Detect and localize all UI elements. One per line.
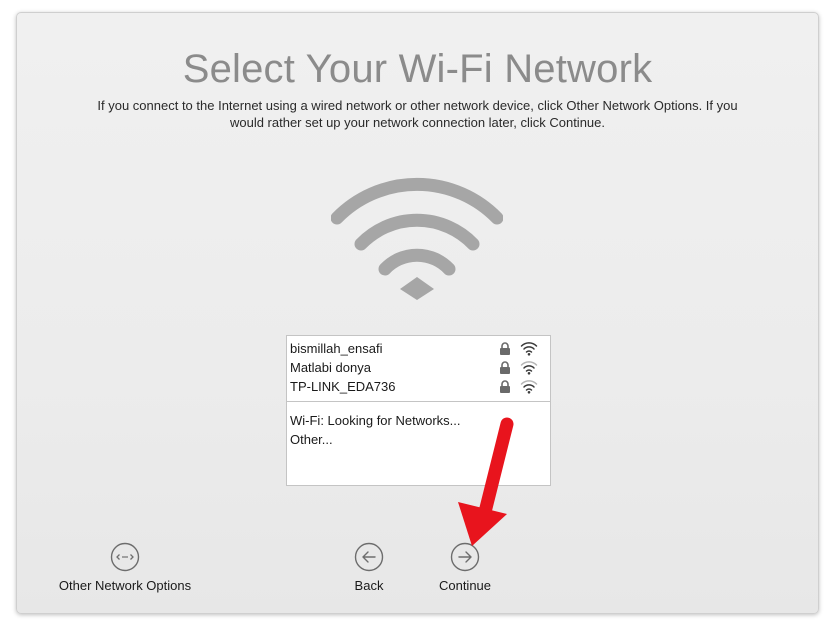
page-title: Select Your Wi-Fi Network — [182, 47, 653, 91]
wifi-signal-icon — [520, 361, 538, 375]
other-network-options-label: Other Network Options — [58, 578, 192, 593]
wifi-signal-icon — [520, 342, 538, 356]
network-item-tp-link[interactable]: TP-LINK_EDA736 — [287, 377, 550, 396]
network-list-box: bismillah_ensafi Matlabi donya TP-LINK_E… — [286, 335, 551, 486]
forward-arrow-icon — [450, 542, 480, 572]
network-name: TP-LINK_EDA736 — [290, 379, 396, 394]
network-status-area: Wi-Fi: Looking for Networks... Other... — [287, 402, 550, 449]
lock-icon — [500, 380, 510, 393]
network-list: bismillah_ensafi Matlabi donya TP-LINK_E… — [287, 336, 550, 402]
network-name: Matlabi donya — [290, 360, 371, 375]
back-arrow-icon — [354, 542, 384, 572]
other-network-item[interactable]: Other... — [290, 430, 550, 449]
continue-label: Continue — [438, 578, 492, 593]
looking-status-text: Wi-Fi: Looking for Networks... — [290, 413, 461, 428]
lock-icon — [500, 361, 510, 374]
lock-icon — [500, 342, 510, 355]
other-network-options-button[interactable]: Other Network Options — [54, 542, 196, 593]
page-description: If you connect to the Internet using a w… — [97, 98, 738, 130]
wifi-hero-icon — [331, 177, 503, 300]
back-label: Back — [354, 578, 384, 593]
continue-button[interactable]: Continue — [431, 542, 499, 593]
network-options-icon — [110, 542, 140, 572]
network-item-matlabi-donya[interactable]: Matlabi donya — [287, 358, 550, 377]
network-name: bismillah_ensafi — [290, 341, 383, 356]
setup-window: Select Your Wi-Fi Network If you connect… — [16, 12, 819, 614]
back-button[interactable]: Back — [339, 542, 399, 593]
network-item-bismillah-ensafi[interactable]: bismillah_ensafi — [287, 339, 550, 358]
wifi-signal-icon — [520, 380, 538, 394]
